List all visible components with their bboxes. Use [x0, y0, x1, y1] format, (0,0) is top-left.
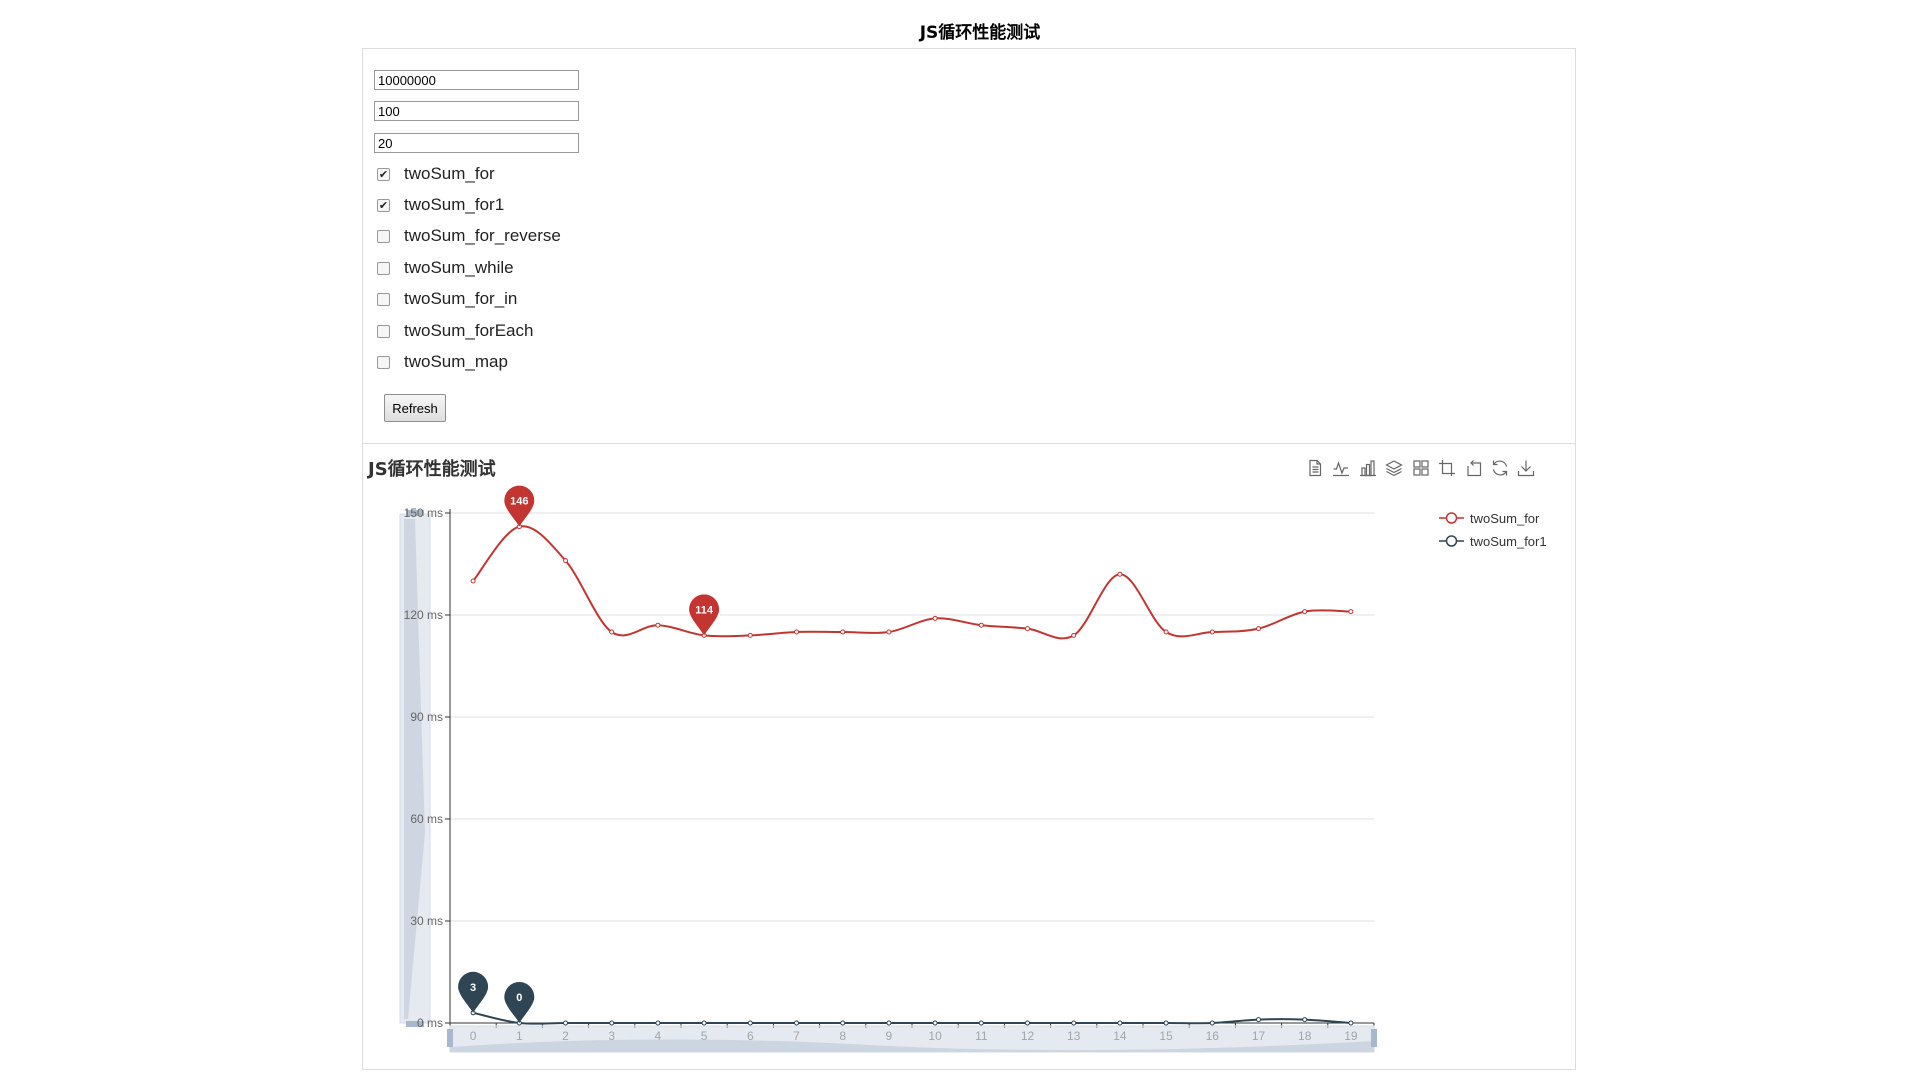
data-point [1348, 1020, 1354, 1026]
stack-icon[interactable] [1384, 458, 1404, 478]
data-point [563, 1020, 568, 1026]
data-point [747, 632, 753, 638]
data-point [1117, 1020, 1123, 1026]
y-axis-tick-label: 30 ms [410, 914, 443, 928]
bar-chart-icon[interactable] [1358, 458, 1378, 478]
series-line [472, 525, 1351, 640]
y-axis-tick-label: 60 ms [410, 812, 443, 826]
data-point [840, 1020, 846, 1026]
zoom-reset-icon[interactable] [1463, 458, 1483, 478]
legend-item-twosum-for[interactable]: twoSum_for [1438, 509, 1547, 527]
line-chart: 0 ms30 ms60 ms90 ms120 ms150 ms012345678… [399, 485, 1377, 1053]
restore-icon[interactable] [1490, 458, 1510, 478]
chart-toolbox [1305, 458, 1543, 478]
data-point [1302, 1017, 1308, 1023]
tiled-icon[interactable] [1411, 458, 1431, 478]
data-point [609, 1020, 615, 1026]
data-point [1256, 1017, 1261, 1023]
main-panel: ✔ twoSum_for ✔ twoSum_for1 twoSum_for_re… [362, 48, 1576, 1070]
data-point [978, 1020, 984, 1026]
y-axis-tick-label: 0 ms [417, 1016, 443, 1030]
data-point [609, 629, 615, 635]
data-point [886, 629, 892, 635]
data-point [932, 615, 938, 621]
data-point [932, 1020, 938, 1026]
data-point [470, 578, 476, 584]
mark-point-label: 146 [510, 496, 528, 508]
data-point [794, 1020, 799, 1026]
legend-label: twoSum_for1 [1470, 533, 1547, 549]
download-icon[interactable] [1516, 458, 1536, 478]
y-axis-tick-label: 120 ms [404, 608, 443, 622]
data-point [747, 1020, 753, 1026]
data-point [1163, 1020, 1169, 1026]
x-zoom-handle-right [1371, 1029, 1377, 1047]
data-point [840, 629, 846, 635]
data-point [1302, 609, 1308, 615]
data-point [1209, 629, 1215, 635]
zoom-icon[interactable] [1437, 458, 1457, 478]
data-point [1163, 629, 1169, 635]
y-axis-tick-label: 150 ms [404, 506, 443, 520]
y-axis-tick-label: 90 ms [410, 710, 443, 724]
chart-legend: twoSum_for twoSum_for1 [1438, 509, 1547, 555]
data-point [1256, 626, 1261, 632]
page-title: JS循环性能测试 [919, 23, 1041, 43]
data-point [1071, 632, 1077, 638]
data-point [978, 622, 984, 628]
legend-label: twoSum_for [1470, 510, 1540, 526]
data-point [655, 1020, 661, 1026]
data-point [1025, 626, 1030, 632]
data-point [563, 558, 568, 564]
data-point [794, 629, 799, 635]
data-point [886, 1020, 892, 1026]
data-point [1071, 1020, 1077, 1026]
legend-item-twosum-for1[interactable]: twoSum_for1 [1438, 532, 1547, 550]
line-chart-icon[interactable] [1331, 458, 1351, 478]
chart-title: JS循环性能测试 [368, 459, 496, 480]
data-point [655, 622, 661, 628]
data-point [701, 1020, 707, 1026]
legend-line-symbol [1439, 512, 1464, 524]
data-point [1348, 609, 1354, 615]
series-line [472, 1011, 1351, 1025]
data-point [1209, 1020, 1215, 1026]
data-view-icon[interactable] [1305, 458, 1325, 478]
data-point [1025, 1020, 1030, 1026]
data-point [1117, 571, 1123, 577]
legend-line-symbol [1439, 535, 1464, 547]
mark-point-label: 3 [470, 982, 476, 994]
mark-point-label: 0 [516, 992, 522, 1004]
x-zoom-handle-left [447, 1029, 453, 1047]
mark-point-label: 114 [695, 604, 714, 616]
